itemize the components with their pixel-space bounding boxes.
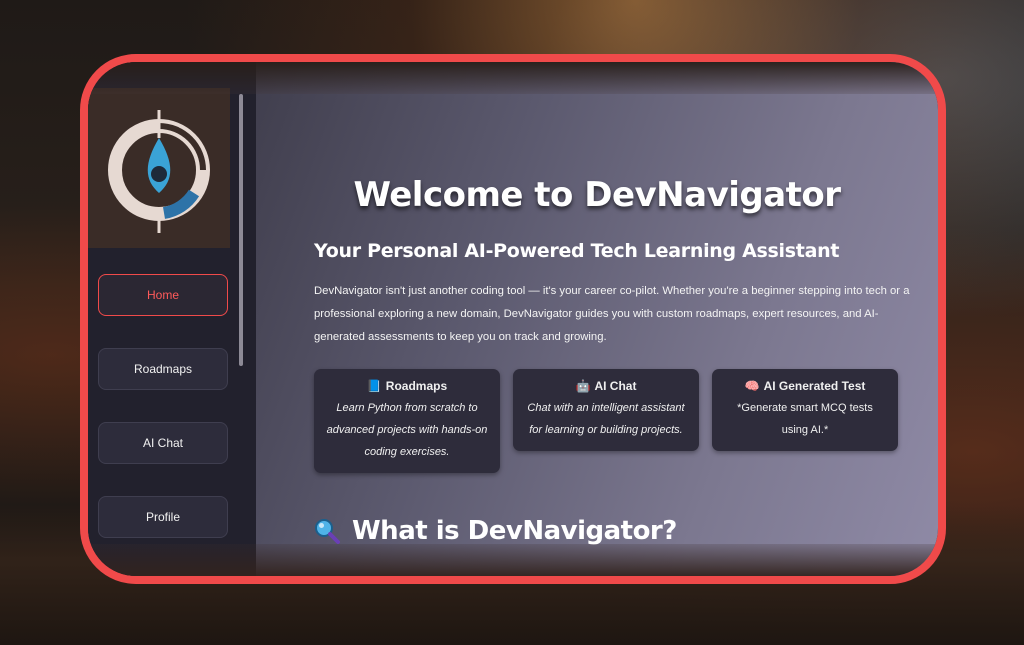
card-description: Learn Python from scratch to advanced pr… xyxy=(326,402,488,458)
feature-card-ai-chat: 🤖 AI Chat Chat with an intelligent assist… xyxy=(513,369,699,451)
card-description: Chat with an intelligent assistant for l… xyxy=(527,402,685,436)
page-title: Welcome to DevNavigator xyxy=(353,175,841,215)
book-icon: 📘 xyxy=(366,379,382,393)
card-description: *Generate smart MCQ tests using AI.* xyxy=(737,402,873,436)
top-edge-blur xyxy=(88,62,938,94)
app-frame: Home Roadmaps AI Chat Profile Welcome to… xyxy=(80,54,946,584)
nav-profile-button[interactable]: Profile xyxy=(98,496,228,538)
magnifier-icon xyxy=(315,519,340,544)
main-content: Welcome to DevNavigator Your Personal AI… xyxy=(256,62,938,576)
feature-card-ai-test: 🧠 AI Generated Test *Generate smart MCQ t… xyxy=(712,369,898,451)
compass-logo-icon xyxy=(108,110,210,233)
sidebar-scrollbar[interactable] xyxy=(239,94,243,366)
sidebar: Home Roadmaps AI Chat Profile xyxy=(88,62,256,576)
card-title: AI Generated Test xyxy=(763,379,866,393)
section-heading: What is DevNavigator? xyxy=(314,516,677,546)
page-subtitle: Your Personal AI-Powered Tech Learning A… xyxy=(314,240,840,262)
feature-card-roadmaps: 📘 Roadmaps Learn Python from scratch to a… xyxy=(314,369,500,473)
bottom-edge-blur xyxy=(88,544,938,576)
card-title: AI Chat xyxy=(594,379,637,393)
intro-paragraph: DevNavigator isn't just another coding t… xyxy=(314,285,910,343)
robot-icon: 🤖 xyxy=(575,379,591,393)
nav-roadmaps-button[interactable]: Roadmaps xyxy=(98,348,228,390)
nav-home-button[interactable]: Home xyxy=(98,274,228,316)
card-title: Roadmaps xyxy=(385,379,448,393)
app-logo xyxy=(88,88,230,248)
nav-ai-chat-button[interactable]: AI Chat xyxy=(98,422,228,464)
brain-icon: 🧠 xyxy=(744,379,760,393)
section-title: What is DevNavigator? xyxy=(352,516,677,546)
